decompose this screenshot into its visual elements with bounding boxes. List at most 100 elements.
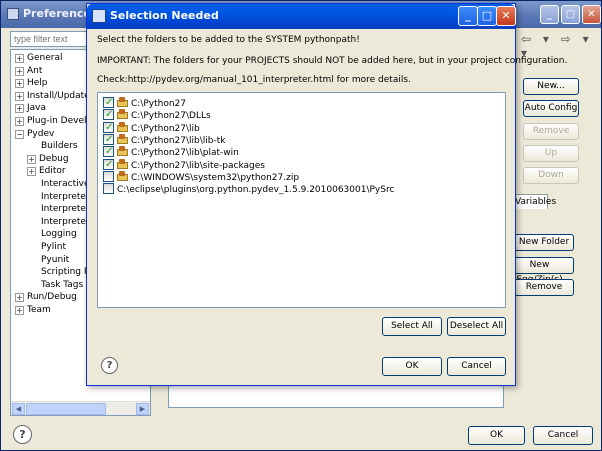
close-icon: ✕: [587, 9, 596, 20]
folder-path: C:\Python27\lib\lib-tk: [131, 135, 226, 146]
tree-item[interactable]: Logging: [27, 228, 77, 241]
dialog-minimize-button[interactable]: _: [458, 6, 478, 26]
folder-list-item[interactable]: C:\eclipse\plugins\org.python.pydev_1.5.…: [103, 183, 394, 196]
expand-toggle-icon[interactable]: +: [15, 293, 24, 303]
tree-item[interactable]: Task Tags: [27, 279, 83, 292]
dialog-cancel-button[interactable]: Cancel: [447, 357, 506, 376]
folder-checkbox[interactable]: [103, 96, 114, 109]
folder-path: C:\Python27\DLLs: [131, 111, 211, 122]
tree-item[interactable]: + Ant: [15, 65, 42, 78]
deselect-all-button[interactable]: Deselect All: [447, 317, 506, 336]
tree-horizontal-scrollbar[interactable]: ◀ ▶: [11, 401, 150, 415]
tree-item[interactable]: + Editor: [27, 165, 66, 178]
folder-checkbox[interactable]: [103, 183, 114, 195]
tree-item[interactable]: − Pydev: [15, 128, 54, 141]
tree-item-label: Interprete: [41, 216, 86, 227]
tree-item[interactable]: Interprete: [27, 191, 86, 204]
tree-item-label: Pydev: [27, 128, 55, 139]
back-arrow-icon[interactable]: ⇦: [521, 32, 531, 46]
remove-path-button[interactable]: Remove: [514, 279, 574, 296]
preferences-cancel-button[interactable]: Cancel: [533, 426, 593, 445]
expand-toggle-icon[interactable]: −: [15, 129, 24, 139]
folder-checkbox[interactable]: [103, 158, 114, 171]
folder-path: C:\WINDOWS\system32\python27.zip: [131, 172, 300, 183]
expand-toggle-icon[interactable]: +: [15, 66, 24, 76]
auto-config-button[interactable]: Auto Config: [523, 100, 579, 117]
tree-item[interactable]: Interactive: [27, 178, 89, 191]
scroll-left-icon[interactable]: ◀: [12, 403, 25, 415]
tree-item[interactable]: Pyunit: [27, 254, 69, 267]
forward-arrow-icon[interactable]: ⇨: [561, 32, 571, 46]
folder-list-item[interactable]: C:\Python27\lib: [103, 121, 200, 135]
scroll-right-icon[interactable]: ▶: [136, 403, 149, 415]
folder-list-item[interactable]: C:\Python27\lib\site-packages: [103, 158, 265, 172]
remove-interpreter-button[interactable]: Remove: [523, 123, 579, 140]
expand-toggle-icon[interactable]: +: [15, 306, 24, 315]
preferences-ok-button[interactable]: OK: [468, 426, 525, 445]
tree-item-label: Run/Debug: [27, 292, 77, 303]
tree-item-label: Pyunit: [41, 254, 70, 265]
folder-checkbox[interactable]: [103, 145, 114, 158]
expand-toggle-icon[interactable]: +: [27, 167, 36, 177]
tree-item-label: Task Tags: [41, 279, 84, 290]
selection-needed-dialog: Selection Needed _ □ ✕ Select the folder…: [86, 3, 567, 386]
library-folder-icon: [117, 133, 128, 145]
folder-path: C:\Python27\lib\plat-win: [131, 148, 239, 159]
up-button[interactable]: Up: [523, 145, 579, 162]
folder-path: C:\Python27\lib\site-packages: [131, 160, 265, 171]
tree-item[interactable]: Builders: [27, 140, 78, 153]
tree-item[interactable]: + Install/Update: [15, 90, 90, 103]
folder-checkbox[interactable]: [103, 170, 114, 182]
tree-item[interactable]: + Team: [15, 304, 51, 317]
new-interpreter-button[interactable]: New...: [523, 78, 579, 95]
folder-list-item[interactable]: C:\Python27: [103, 96, 186, 110]
folder-list-item[interactable]: C:\Python27\DLLs: [103, 108, 211, 122]
tree-item[interactable]: + Java: [15, 102, 46, 115]
expand-toggle-icon[interactable]: +: [15, 54, 24, 63]
tree-item[interactable]: + Help: [15, 77, 48, 90]
tree-item[interactable]: + Run/Debug: [15, 291, 77, 304]
dialog-close-button[interactable]: ✕: [496, 6, 516, 26]
help-icon[interactable]: ?: [13, 425, 32, 444]
expand-toggle-icon[interactable]: +: [27, 154, 36, 164]
tab-variables[interactable]: Variables: [514, 194, 556, 209]
tree-item[interactable]: Interprete: [27, 216, 86, 229]
library-folder-icon: [117, 170, 128, 182]
folder-checkbox[interactable]: [103, 133, 114, 146]
minimize-button[interactable]: _: [540, 5, 559, 24]
library-folder-icon: [117, 97, 128, 108]
expand-toggle-icon[interactable]: +: [15, 79, 24, 89]
folder-list-item[interactable]: C:\WINDOWS\system32\python27.zip: [103, 170, 300, 184]
select-all-button[interactable]: Select All: [382, 317, 442, 336]
tree-item-label: Help: [27, 78, 48, 89]
new-folder-button[interactable]: New Folder: [514, 234, 574, 251]
forward-menu-icon[interactable]: ▾: [583, 32, 589, 46]
tree-item[interactable]: + General: [15, 52, 62, 65]
dialog-app-icon: [92, 9, 106, 23]
expand-toggle-icon[interactable]: +: [15, 104, 24, 114]
minimize-icon: _: [547, 9, 552, 20]
tree-item[interactable]: Pylint: [27, 241, 66, 254]
folder-checkbox[interactable]: [103, 108, 114, 121]
tree-item[interactable]: + Debug: [27, 153, 69, 166]
dialog-help-icon[interactable]: ?: [101, 357, 118, 374]
dialog-titlebar[interactable]: Selection Needed _ □ ✕: [87, 4, 516, 29]
scrollbar-thumb[interactable]: [26, 403, 106, 415]
important-text: IMPORTANT: The folders for your PROJECTS…: [97, 56, 568, 66]
folder-checkbox[interactable]: [103, 121, 114, 134]
library-folder-icon: [117, 109, 128, 120]
down-button[interactable]: Down: [523, 167, 579, 184]
folder-list-item[interactable]: C:\Python27\lib\plat-win: [103, 145, 239, 159]
dialog-maximize-button[interactable]: □: [477, 6, 497, 26]
tree-item[interactable]: Scripting Py: [27, 266, 95, 279]
back-menu-icon[interactable]: ▾: [543, 32, 549, 46]
dialog-ok-button[interactable]: OK: [382, 357, 442, 376]
folder-list-item[interactable]: C:\Python27\lib\lib-tk: [103, 133, 226, 147]
tree-item-label: General: [27, 53, 63, 63]
maximize-button[interactable]: □: [561, 5, 580, 24]
expand-toggle-icon[interactable]: +: [15, 91, 24, 101]
dialog-title: Selection Needed: [110, 9, 219, 22]
close-button[interactable]: ✕: [582, 5, 601, 24]
tree-item[interactable]: Interprete: [27, 203, 86, 216]
expand-toggle-icon[interactable]: +: [15, 117, 24, 126]
